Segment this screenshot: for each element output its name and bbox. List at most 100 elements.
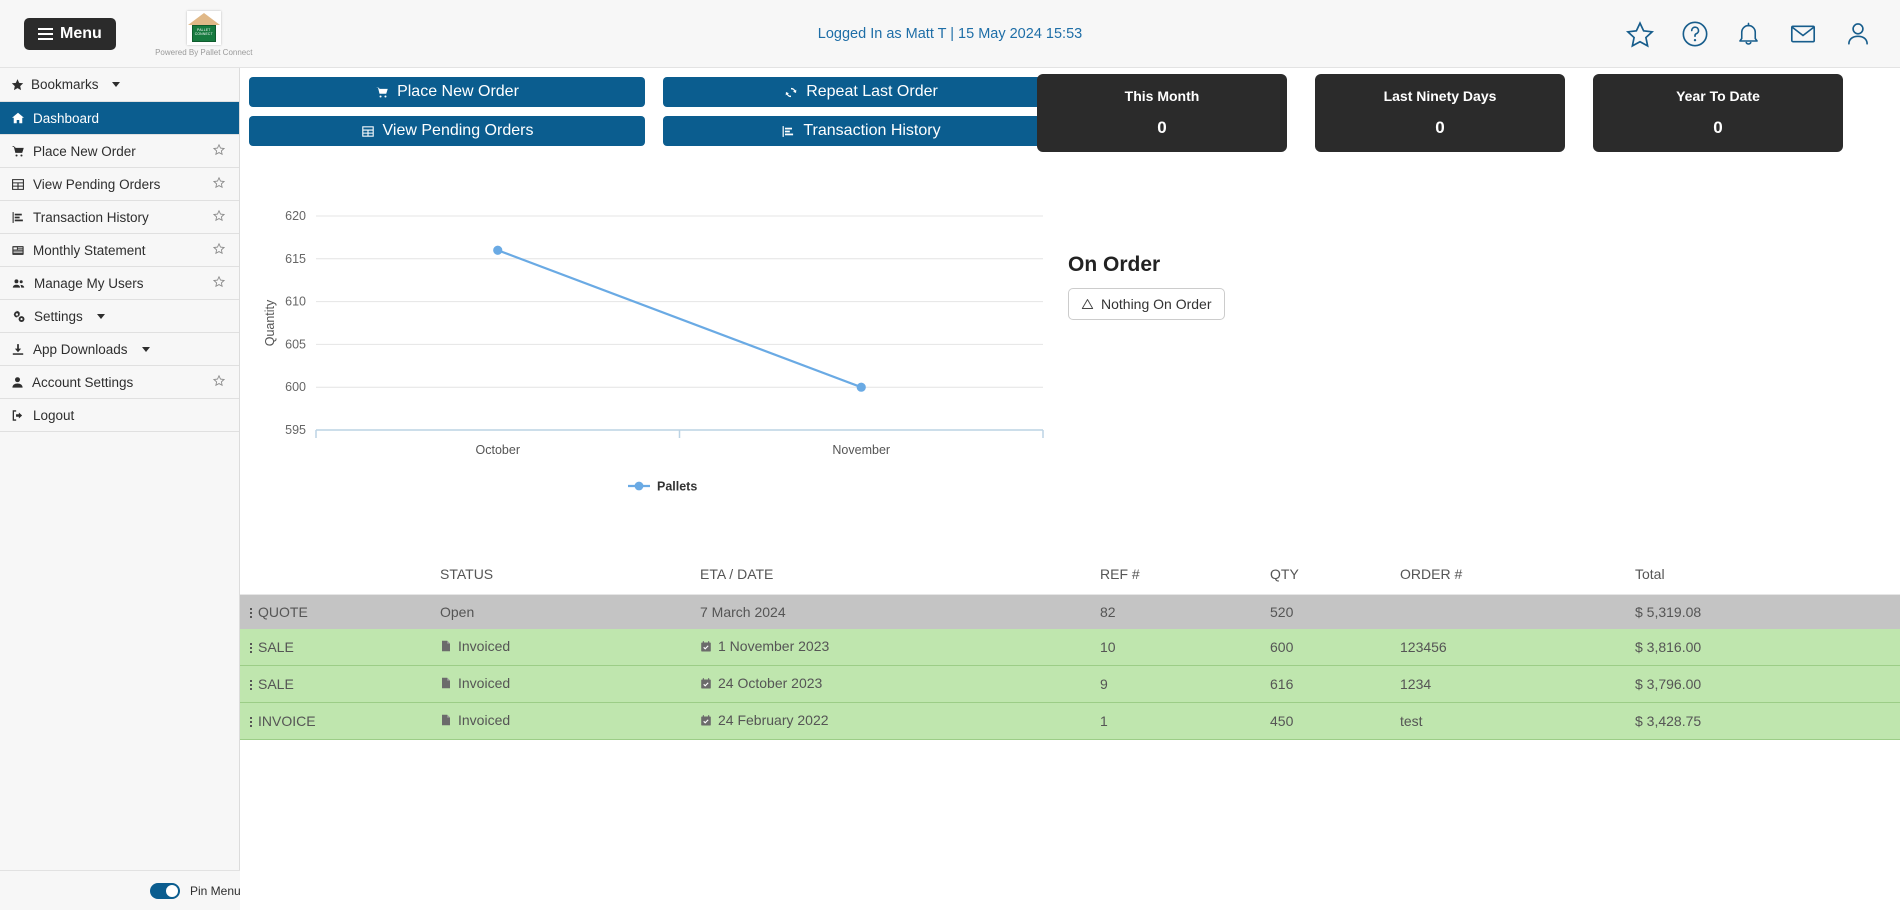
header-icon-group: [1625, 0, 1872, 68]
sidebar-label: Dashboard: [33, 110, 100, 126]
star-icon[interactable]: [1625, 20, 1655, 49]
sidebar-item-view-pending-orders[interactable]: View Pending Orders: [0, 168, 239, 201]
cell-total: $ 3,796.00: [1635, 665, 1900, 703]
row-status-label: Invoiced: [458, 712, 511, 728]
cell-eta: 1 November 2023: [700, 629, 1100, 666]
stat-title: Year To Date: [1676, 88, 1760, 104]
col-header-status[interactable]: STATUS: [440, 558, 700, 595]
col-header-order[interactable]: ORDER #: [1400, 558, 1635, 595]
bookmark-star-icon[interactable]: [212, 242, 226, 258]
row-eta-label: 7 March 2024: [700, 604, 786, 620]
logout-icon: [12, 409, 23, 421]
calendar-check-icon: [701, 640, 711, 652]
row-type-label: INVOICE: [258, 713, 316, 729]
on-order-title: On Order: [1068, 253, 1161, 276]
sidebar-label: Settings: [34, 308, 83, 324]
sidebar-item-settings[interactable]: Settings: [0, 300, 239, 333]
bookmark-star-icon[interactable]: [212, 275, 226, 291]
menu-button[interactable]: Menu: [24, 17, 116, 50]
sidebar-label: Manage My Users: [34, 275, 144, 291]
bookmark-star-icon[interactable]: [212, 176, 226, 192]
user-icon: [12, 376, 23, 388]
envelope-icon[interactable]: [1788, 20, 1818, 48]
sidebar-label: Transaction History: [33, 209, 149, 225]
col-header-qty[interactable]: QTY: [1270, 558, 1400, 595]
cell-status[interactable]: Invoiced: [440, 702, 700, 740]
users-icon: [12, 278, 25, 288]
user-icon[interactable]: [1844, 20, 1872, 48]
cell-type[interactable]: SALE: [240, 665, 440, 703]
calendar-check-icon: [701, 677, 711, 689]
bookmarks-dropdown[interactable]: Bookmarks: [0, 68, 239, 102]
repeat-last-order-button[interactable]: Repeat Last Order: [663, 77, 1059, 107]
cell-status[interactable]: Open: [440, 594, 700, 629]
sidebar-item-account-settings[interactable]: Account Settings: [0, 366, 239, 399]
help-circle-icon[interactable]: [1681, 20, 1709, 48]
sidebar-item-app-downloads[interactable]: App Downloads: [0, 333, 239, 366]
col-header-type[interactable]: [240, 558, 440, 595]
pin-menu-toggle[interactable]: [150, 882, 180, 899]
cell-type[interactable]: QUOTE: [240, 594, 440, 629]
row-type-label: SALE: [258, 639, 294, 655]
nothing-on-order-button[interactable]: Nothing On Order: [1068, 288, 1225, 320]
y-tick-label: 620: [285, 209, 306, 223]
sidebar-item-dashboard[interactable]: Dashboard: [0, 102, 239, 135]
logo-inner-text: PALLET CONNECT: [194, 27, 213, 36]
transaction-history-button[interactable]: Transaction History: [663, 116, 1059, 146]
col-header-ref[interactable]: REF #: [1100, 558, 1270, 595]
drag-handle-icon[interactable]: [250, 717, 252, 728]
cell-total: $ 3,428.75: [1635, 702, 1900, 740]
main-content: Place New Order Repeat Last Order View P…: [240, 68, 1900, 910]
cell-ref: 9: [1100, 665, 1270, 703]
table-row[interactable]: INVOICE Invoiced 24 February 2022 1 450 test $…: [240, 702, 1900, 740]
stat-value: 0: [1713, 118, 1723, 137]
button-label: View Pending Orders: [382, 122, 534, 139]
cell-qty: 616: [1270, 665, 1400, 703]
sidebar-label: View Pending Orders: [33, 176, 161, 192]
chevron-down-icon: [111, 82, 120, 87]
table-row[interactable]: SALE Invoiced 1 November 2023 10 600 123456 $ …: [240, 629, 1900, 666]
cell-eta: 24 February 2022: [700, 702, 1100, 740]
brand-caption: Powered By Pallet Connect: [155, 47, 253, 57]
table-body: QUOTE Open 7 March 2024 82 520 $ 5,319.08 SALE…: [240, 594, 1900, 740]
cogs-icon: [13, 310, 25, 322]
stat-value: 0: [1157, 118, 1167, 137]
y-tick-label: 605: [285, 337, 306, 351]
download-icon: [12, 343, 24, 355]
drag-handle-icon[interactable]: [250, 608, 252, 619]
cell-type[interactable]: INVOICE: [240, 702, 440, 740]
button-label: Place New Order: [397, 83, 519, 100]
col-header-total[interactable]: Total: [1635, 558, 1900, 595]
cell-order: test: [1400, 702, 1635, 740]
stat-title: Last Ninety Days: [1383, 88, 1497, 104]
on-order-empty-label: Nothing On Order: [1101, 296, 1212, 312]
table-row[interactable]: QUOTE Open 7 March 2024 82 520 $ 5,319.08: [240, 594, 1900, 629]
cell-status[interactable]: Invoiced: [440, 629, 700, 666]
bookmark-star-icon[interactable]: [212, 209, 226, 225]
sidebar-item-transaction-history[interactable]: Transaction History: [0, 201, 239, 234]
bookmark-star-icon[interactable]: [212, 143, 226, 159]
chart-bar-icon: [782, 125, 794, 137]
drag-handle-icon[interactable]: [250, 680, 252, 691]
bookmark-star-icon[interactable]: [212, 374, 226, 390]
view-pending-orders-button[interactable]: View Pending Orders: [249, 116, 645, 146]
hamburger-icon: [38, 27, 53, 40]
sidebar-item-logout[interactable]: Logout: [0, 399, 239, 432]
cell-status[interactable]: Invoiced: [440, 665, 700, 703]
table-row[interactable]: SALE Invoiced 24 October 2023 9 616 1234 $ 3,7…: [240, 665, 1900, 703]
cell-total: $ 5,319.08: [1635, 594, 1900, 629]
sidebar-item-place-new-order[interactable]: Place New Order: [0, 135, 239, 168]
place-new-order-button[interactable]: Place New Order: [249, 77, 645, 107]
sidebar-label: Logout: [33, 407, 75, 423]
drag-handle-icon[interactable]: [250, 643, 252, 654]
stat-card-this-month: This Month 0: [1037, 74, 1287, 152]
row-type-label: QUOTE: [258, 604, 308, 620]
col-header-eta[interactable]: ETA / DATE: [700, 558, 1100, 595]
table-header-row: STATUS ETA / DATE REF # QTY ORDER # Tota…: [240, 558, 1900, 595]
cell-type[interactable]: SALE: [240, 629, 440, 666]
sidebar-item-manage-my-users[interactable]: Manage My Users: [0, 267, 239, 300]
sidebar-item-monthly-statement[interactable]: Monthly Statement: [0, 234, 239, 267]
session-info: Logged In as Matt T | 15 May 2024 15:53: [817, 25, 1083, 42]
pdf-icon: [442, 640, 450, 652]
bell-icon[interactable]: [1735, 20, 1762, 48]
